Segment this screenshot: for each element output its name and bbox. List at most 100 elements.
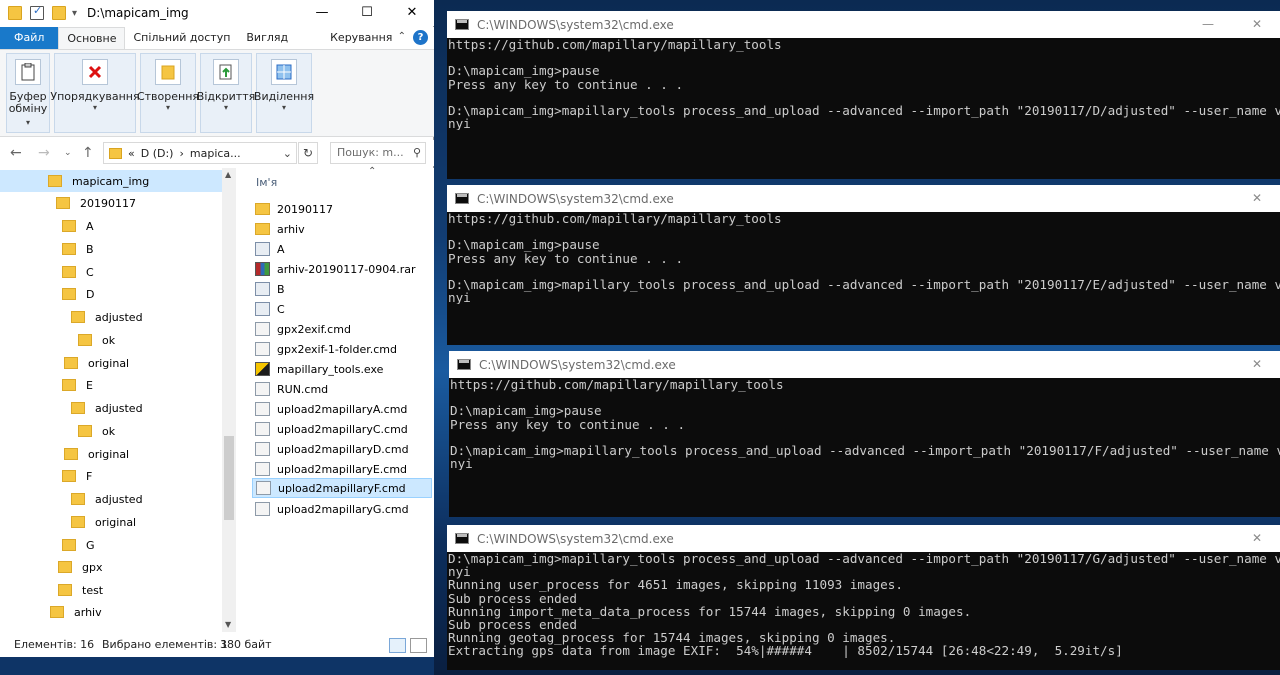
file-item[interactable]: mapillary_tools.exe bbox=[252, 359, 432, 379]
chevron-down-icon: ▾ bbox=[25, 118, 30, 127]
file-item[interactable]: 20190117 bbox=[252, 199, 432, 219]
console-line: Sub process ended bbox=[448, 590, 577, 606]
ribbon-group-clipboard[interactable]: Буфер обміну ▾ bbox=[6, 53, 50, 133]
folder-icon bbox=[64, 357, 78, 369]
console-output: https://github.com/mapillary/mapillary_t… bbox=[447, 212, 1280, 304]
organize-label: Упорядкування bbox=[50, 90, 140, 103]
forward-arrow-icon[interactable]: → bbox=[38, 145, 50, 161]
tab-view[interactable]: Вигляд bbox=[238, 27, 296, 49]
ribbon-group-organize[interactable]: Упорядкування ▾ bbox=[50, 53, 140, 133]
refresh-icon[interactable]: ↻ bbox=[298, 142, 318, 164]
sort-ascending-icon: ⌃ bbox=[368, 166, 377, 177]
chevron-down-icon[interactable]: ▼ bbox=[225, 620, 231, 629]
file-item[interactable]: gpx2exif-1-folder.cmd bbox=[252, 339, 432, 359]
file-item[interactable]: RUN.cmd bbox=[252, 379, 432, 399]
tree-label: adjusted bbox=[95, 310, 143, 324]
window-title: D:\mapicam_img bbox=[87, 6, 189, 20]
chevron-down-icon[interactable]: ⌄ bbox=[283, 147, 292, 160]
cmd-window-1[interactable]: C:\WINDOWS\system32\cmd.exe — ✕ https://… bbox=[447, 11, 1280, 179]
address-field[interactable]: « D (D:) › mapica... ⌄ bbox=[103, 142, 297, 164]
column-header-name[interactable]: Ім'я bbox=[256, 176, 277, 189]
maximize-button[interactable]: ☐ bbox=[345, 0, 389, 26]
tree-item[interactable]: mapicam_img bbox=[0, 170, 222, 192]
tab-file[interactable]: Файл bbox=[0, 27, 59, 49]
close-button[interactable]: ✕ bbox=[1237, 351, 1277, 378]
tree-item[interactable]: original bbox=[71, 511, 136, 533]
cmd-window-2[interactable]: C:\WINDOWS\system32\cmd.exe ✕ https://gi… bbox=[447, 185, 1280, 345]
ribbon-group-new[interactable]: Створення ▾ bbox=[137, 53, 199, 133]
tree-item[interactable]: test bbox=[58, 579, 103, 601]
close-button[interactable]: ✕ bbox=[1237, 11, 1277, 38]
file-name: arhiv bbox=[277, 222, 305, 236]
tree-label: A bbox=[86, 219, 94, 233]
ribbon-group-open[interactable]: Відкриття ▾ bbox=[197, 53, 255, 133]
details-view-icon[interactable] bbox=[389, 638, 406, 653]
tab-share[interactable]: Спільний доступ bbox=[125, 27, 238, 49]
close-button[interactable]: ✕ bbox=[390, 0, 434, 26]
file-item[interactable]: arhiv bbox=[252, 219, 432, 239]
collapse-ribbon-icon[interactable]: ⌃ bbox=[398, 31, 406, 42]
ribbon-group-select[interactable]: Виділення ▾ bbox=[254, 53, 314, 133]
tab-home[interactable]: Основне bbox=[58, 27, 126, 49]
console-line: D:\mapicam_img>pause bbox=[448, 63, 600, 79]
address-overflow[interactable]: « bbox=[128, 147, 135, 160]
file-item[interactable]: upload2mapillaryC.cmd bbox=[252, 419, 432, 439]
cmd-window-3[interactable]: C:\WINDOWS\system32\cmd.exe ✕ https://gi… bbox=[449, 351, 1280, 517]
up-arrow-icon[interactable]: ↑ bbox=[82, 145, 94, 161]
tree-item[interactable]: ok bbox=[78, 329, 115, 351]
back-arrow-icon[interactable]: ← bbox=[10, 145, 22, 161]
folder-icon bbox=[62, 266, 76, 278]
properties-icon[interactable] bbox=[30, 4, 44, 20]
new-folder-icon[interactable] bbox=[52, 6, 66, 20]
chevron-up-icon[interactable]: ▲ bbox=[225, 170, 231, 179]
file-item[interactable]: arhiv-20190117-0904.rar bbox=[252, 259, 432, 279]
tree-item[interactable]: A bbox=[62, 215, 94, 237]
tree-item[interactable]: adjusted bbox=[71, 306, 143, 328]
file-item[interactable]: C bbox=[252, 299, 432, 319]
tree-scrollbar[interactable]: ▲ ▼ bbox=[222, 168, 236, 632]
tree-item[interactable]: E bbox=[62, 374, 93, 396]
help-icon[interactable]: ? bbox=[413, 30, 428, 45]
tree-item[interactable]: C bbox=[62, 261, 94, 283]
clipboard-icon bbox=[15, 59, 41, 85]
cmd-titlebar: C:\WINDOWS\system32\cmd.exe ✕ bbox=[447, 525, 1280, 552]
close-button[interactable]: ✕ bbox=[1237, 185, 1277, 212]
file-item[interactable]: upload2mapillaryD.cmd bbox=[252, 439, 432, 459]
file-item[interactable]: upload2mapillaryG.cmd bbox=[252, 499, 432, 519]
tree-item[interactable]: G bbox=[62, 534, 95, 556]
tree-item[interactable]: original bbox=[64, 352, 129, 374]
recent-locations-icon[interactable]: ⌄ bbox=[64, 148, 72, 158]
search-input[interactable]: Пошук: m... ⚲ bbox=[330, 142, 426, 164]
scrollbar-thumb[interactable] bbox=[224, 436, 234, 520]
breadcrumb-drive[interactable]: D (D:) bbox=[141, 147, 174, 160]
tree-item[interactable]: 20190117 bbox=[56, 192, 136, 214]
customize-toolbar-icon[interactable]: ▾ bbox=[72, 8, 77, 19]
tree-item[interactable]: F bbox=[62, 465, 92, 487]
breadcrumb-folder[interactable]: mapica... bbox=[190, 147, 241, 160]
tree-label: G bbox=[86, 538, 95, 552]
minimize-button[interactable]: — bbox=[1188, 11, 1228, 38]
tree-item[interactable]: arhiv bbox=[50, 601, 102, 623]
tree-item[interactable]: D bbox=[62, 283, 94, 305]
file-item[interactable]: upload2mapillaryE.cmd bbox=[252, 459, 432, 479]
file-name: gpx2exif.cmd bbox=[277, 322, 351, 336]
tree-item[interactable]: B bbox=[62, 238, 94, 260]
tree-item[interactable]: original bbox=[64, 443, 129, 465]
file-item[interactable]: A bbox=[252, 239, 432, 259]
file-name: B bbox=[277, 282, 285, 296]
tree-item[interactable]: adjusted bbox=[71, 397, 143, 419]
close-button[interactable]: ✕ bbox=[1237, 525, 1277, 552]
console-line: Running user_process for 4651 images, sk… bbox=[448, 577, 903, 593]
tab-manage[interactable]: Керування bbox=[322, 27, 400, 49]
console-line: D:\mapicam_img>pause bbox=[450, 403, 602, 419]
file-item[interactable]: upload2mapillaryA.cmd bbox=[252, 399, 432, 419]
file-item-selected[interactable]: upload2mapillaryF.cmd bbox=[252, 478, 432, 498]
tree-item[interactable]: ok bbox=[78, 420, 115, 442]
minimize-button[interactable]: — bbox=[300, 0, 344, 26]
tree-item[interactable]: gpx bbox=[58, 556, 102, 578]
tree-item[interactable]: adjusted bbox=[71, 488, 143, 510]
cmd-window-4[interactable]: C:\WINDOWS\system32\cmd.exe ✕ D:\mapicam… bbox=[447, 525, 1280, 670]
file-item[interactable]: B bbox=[252, 279, 432, 299]
file-item[interactable]: gpx2exif.cmd bbox=[252, 319, 432, 339]
large-icons-view-icon[interactable] bbox=[410, 638, 427, 653]
